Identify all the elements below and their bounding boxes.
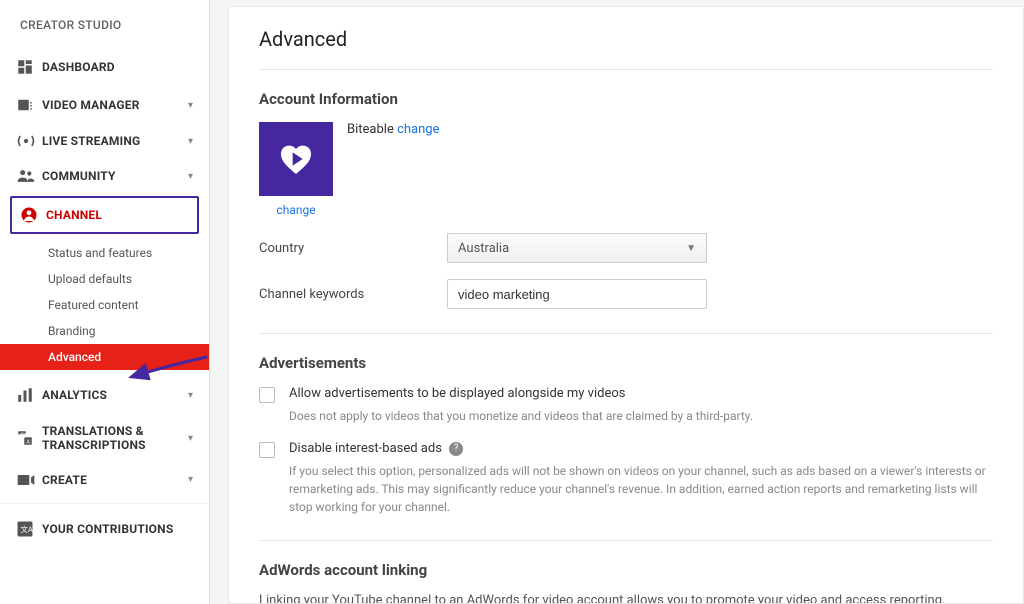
- subitem-branding[interactable]: Branding: [0, 318, 209, 344]
- video-manager-icon: [16, 96, 42, 114]
- svg-text:A: A: [27, 440, 31, 446]
- chevron-down-icon: ▾: [188, 390, 193, 401]
- account-change-link[interactable]: change: [397, 122, 439, 137]
- nav-translations[interactable]: 文A TRANSLATIONS & TRANSCRIPTIONS ▾: [0, 414, 209, 463]
- divider: [259, 69, 993, 70]
- nav-label: ANALYTICS: [42, 388, 188, 402]
- help-icon[interactable]: ?: [449, 442, 463, 456]
- nav-dashboard[interactable]: DASHBOARD: [0, 48, 209, 86]
- nav-label: TRANSLATIONS & TRANSCRIPTIONS: [42, 424, 188, 453]
- nav-channel[interactable]: CHANNEL: [10, 196, 199, 234]
- nav-label: CHANNEL: [46, 208, 189, 222]
- avatar-change-link[interactable]: change: [276, 203, 315, 217]
- svg-text:文A: 文A: [21, 524, 33, 534]
- channel-sublist: Status and features Upload defaults Feat…: [0, 236, 209, 376]
- chevron-down-icon: ▾: [188, 100, 193, 111]
- chevron-down-icon: ▾: [188, 433, 193, 444]
- nav-video-manager[interactable]: VIDEO MANAGER ▾: [0, 86, 209, 124]
- main-content: Advanced Account Information change Bite…: [228, 6, 1024, 604]
- contributions-icon: 文A: [16, 520, 42, 538]
- channel-icon: [20, 206, 46, 224]
- allow-ads-sub: Does not apply to videos that you moneti…: [289, 407, 993, 425]
- chevron-down-icon: ▾: [188, 171, 193, 182]
- nav-label: COMMUNITY: [42, 169, 188, 183]
- page-title: Advanced: [259, 27, 993, 51]
- nav-community[interactable]: COMMUNITY ▾: [0, 158, 209, 194]
- divider: [259, 540, 993, 541]
- nav-label: CREATE: [42, 473, 188, 487]
- dashboard-icon: [16, 58, 42, 76]
- sidebar-divider: [0, 503, 209, 504]
- live-icon: [16, 134, 42, 148]
- sidebar: CREATOR STUDIO DASHBOARD VIDEO MANAGER ▾…: [0, 0, 210, 604]
- account-name: Biteable: [347, 122, 394, 137]
- subitem-advanced[interactable]: Advanced: [0, 344, 209, 370]
- adwords-desc: Linking your YouTube channel to an AdWor…: [259, 593, 993, 604]
- disable-interest-ads-checkbox[interactable]: [259, 442, 275, 458]
- chevron-down-icon: ▾: [188, 136, 193, 147]
- nav-label: VIDEO MANAGER: [42, 98, 188, 112]
- nav-label: YOUR CONTRIBUTIONS: [42, 522, 193, 536]
- channel-avatar: [259, 122, 333, 196]
- analytics-icon: [16, 386, 42, 404]
- account-section-title: Account Information: [259, 90, 993, 108]
- allow-ads-label: Allow advertisements to be displayed alo…: [289, 386, 626, 401]
- sidebar-title: CREATOR STUDIO: [0, 12, 209, 48]
- create-icon: [16, 473, 42, 487]
- keywords-label: Channel keywords: [259, 287, 447, 302]
- country-label: Country: [259, 241, 447, 256]
- country-select[interactable]: Australia ▼: [447, 233, 707, 263]
- ads-section-title: Advertisements: [259, 354, 993, 372]
- subitem-upload-defaults[interactable]: Upload defaults: [0, 266, 209, 292]
- subitem-featured-content[interactable]: Featured content: [0, 292, 209, 318]
- nav-analytics[interactable]: ANALYTICS ▾: [0, 376, 209, 414]
- subitem-status[interactable]: Status and features: [0, 240, 209, 266]
- nav-label: DASHBOARD: [42, 60, 193, 74]
- divider: [259, 333, 993, 334]
- disable-interest-ads-label: Disable interest-based ads: [289, 441, 442, 456]
- adwords-title: AdWords account linking: [259, 561, 993, 579]
- nav-label: LIVE STREAMING: [42, 134, 188, 148]
- country-value: Australia: [458, 241, 509, 256]
- disable-interest-ads-sub: If you select this option, personalized …: [289, 462, 993, 516]
- keywords-input[interactable]: [447, 279, 707, 309]
- chevron-down-icon: ▾: [188, 474, 193, 485]
- nav-create[interactable]: CREATE ▾: [0, 463, 209, 497]
- nav-contributions[interactable]: 文A YOUR CONTRIBUTIONS: [0, 510, 209, 548]
- caret-down-icon: ▼: [686, 243, 696, 254]
- allow-ads-checkbox[interactable]: [259, 387, 275, 403]
- translate-icon: 文A: [16, 429, 42, 447]
- svg-text:文: 文: [20, 432, 26, 440]
- community-icon: [16, 168, 42, 184]
- nav-live-streaming[interactable]: LIVE STREAMING ▾: [0, 124, 209, 158]
